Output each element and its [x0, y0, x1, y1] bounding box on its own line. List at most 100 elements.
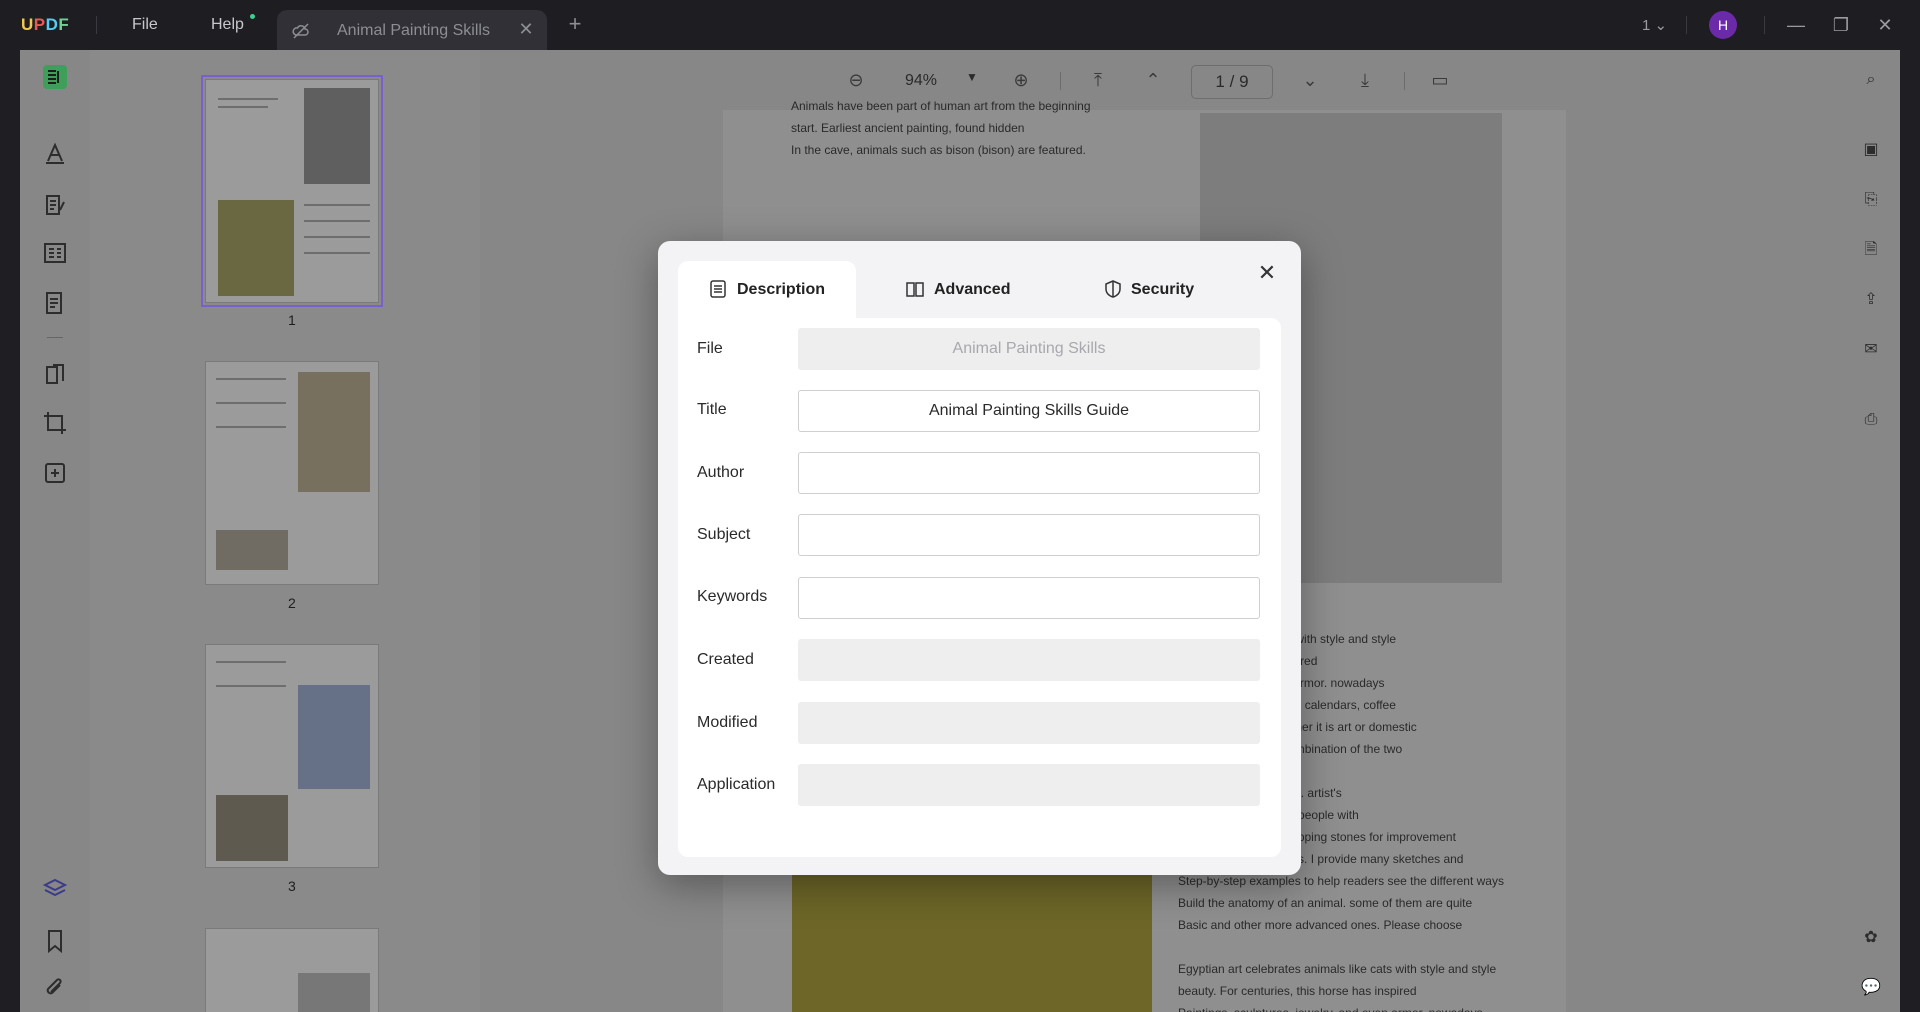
share-icon[interactable]: ⇪: [1859, 288, 1883, 312]
cloud-off-icon: [291, 21, 311, 41]
comment-tool-icon[interactable]: [42, 140, 68, 166]
reader-mode-icon[interactable]: [42, 64, 68, 90]
document-tab[interactable]: Animal Painting Skills ✕: [277, 10, 547, 50]
bookmark-icon[interactable]: [42, 928, 68, 954]
email-icon[interactable]: ✉: [1859, 338, 1883, 362]
next-page-icon[interactable]: ⌄: [1298, 68, 1322, 92]
search-icon[interactable]: ⌕: [1859, 68, 1883, 92]
page-thumbnail-4[interactable]: [205, 928, 379, 1012]
file-label: File: [697, 340, 723, 357]
ai-assistant-icon[interactable]: ✿: [1859, 926, 1883, 950]
minimize-icon[interactable]: —: [1784, 13, 1808, 37]
protect-document-icon[interactable]: 🗎: [1859, 238, 1883, 262]
page-thumbnail-1[interactable]: [201, 75, 383, 307]
rail-divider: [47, 337, 63, 338]
right-tool-rail: ⌕ ▣ ⎘ 🗎 ⇪ ✉ ⎙ ✿ 💬: [1840, 50, 1900, 1012]
title-label: Title: [697, 401, 727, 418]
file-field: [798, 328, 1260, 370]
toolbar-divider: [1404, 72, 1405, 90]
save-icon[interactable]: ⎙: [1859, 408, 1883, 432]
zoom-dropdown-icon[interactable]: ▼: [966, 70, 978, 84]
title-bar: UPDF File Help Animal Painting Skills ✕ …: [0, 0, 1920, 50]
first-page-icon[interactable]: ⤒: [1086, 68, 1110, 92]
menu-file[interactable]: File: [132, 16, 158, 34]
previous-page-icon[interactable]: ⌃: [1141, 68, 1165, 92]
page-layout-icon[interactable]: [42, 240, 68, 266]
subject-label: Subject: [697, 526, 751, 543]
tab-security[interactable]: Security: [1104, 261, 1244, 318]
protect-icon[interactable]: [42, 460, 68, 486]
tab-advanced-label: Advanced: [934, 281, 1011, 298]
zoom-out-icon[interactable]: ⊖: [844, 68, 868, 92]
subject-field[interactable]: [798, 514, 1260, 556]
page-thumbnail-3[interactable]: [205, 644, 379, 868]
doc-line: Paintings, sculptures, jewelry, and even…: [1178, 1002, 1504, 1012]
modified-field: [798, 702, 1260, 744]
title-field[interactable]: [798, 390, 1260, 432]
keywords-label: Keywords: [697, 588, 768, 605]
thumb-text-line: [304, 252, 370, 254]
edit-pdf-icon[interactable]: [42, 192, 68, 218]
menu-help[interactable]: Help: [211, 16, 244, 34]
doc-line: start. Earliest ancient painting, found …: [791, 121, 1025, 135]
thumbnail-panel: 1 2 3: [90, 50, 480, 1012]
tab-description[interactable]: Description: [678, 261, 856, 318]
total-pages: 9: [1239, 72, 1249, 91]
application-field: [798, 764, 1260, 806]
thumb-text-line: [218, 98, 278, 100]
title-divider: [1686, 16, 1687, 34]
attachment-icon[interactable]: [42, 976, 68, 1002]
shield-icon: [1104, 280, 1122, 298]
page-separator: /: [1229, 72, 1235, 91]
document-top-text: Animals have been part of human art from…: [791, 95, 1091, 161]
tab-advanced[interactable]: Advanced: [906, 261, 1046, 318]
modified-label: Modified: [697, 714, 758, 731]
keywords-field[interactable]: [798, 577, 1260, 619]
layers-icon[interactable]: [42, 876, 68, 902]
organize-pages-icon[interactable]: [42, 362, 68, 388]
tab-description-label: Description: [737, 281, 826, 298]
close-window-icon[interactable]: ✕: [1873, 13, 1897, 37]
thumb-image: [298, 973, 370, 1012]
created-field: [798, 639, 1260, 681]
thumb-image: [218, 200, 294, 296]
chevron-down-icon: ⌄: [1654, 17, 1668, 34]
page-number-input[interactable]: 1 / 9: [1191, 65, 1273, 99]
thumb-image: [298, 372, 370, 492]
doc-line: Egyptian art celebrates animals like cat…: [1178, 962, 1497, 976]
document-icon: [709, 280, 727, 298]
thumb-image: [216, 795, 288, 861]
comments-icon[interactable]: 💬: [1859, 976, 1883, 1000]
zoom-level[interactable]: 94%: [905, 72, 937, 90]
new-tab-icon[interactable]: +: [564, 13, 586, 35]
doc-line: Build the anatomy of an animal. some of …: [1178, 896, 1473, 910]
application-label: Application: [697, 776, 776, 793]
tab-close-icon[interactable]: ✕: [515, 18, 537, 40]
crop-icon[interactable]: [42, 410, 68, 436]
app-area: 1 2 3 ⊖ 94% ▼ ⊕ ⤒ ⌃ 1 / 9 ⌄ ⤓ ▭ Animals …: [20, 50, 1900, 1012]
convert-icon[interactable]: ⎘: [1859, 188, 1883, 212]
doc-line: Basic and other more advanced ones. Plea…: [1178, 918, 1463, 932]
presentation-icon[interactable]: ▭: [1428, 68, 1452, 92]
book-icon: [906, 280, 924, 298]
tab-title: Animal Painting Skills: [337, 22, 490, 39]
thumbnail-number: 1: [288, 312, 296, 328]
ocr-icon[interactable]: ▣: [1859, 138, 1883, 162]
window-selector[interactable]: 1 ⌄: [1642, 16, 1667, 34]
dialog-tabs: Description Advanced Security: [678, 261, 1278, 321]
restore-icon[interactable]: ❐: [1829, 13, 1853, 37]
zoom-in-icon[interactable]: ⊕: [1009, 68, 1033, 92]
thumbnail-number: 2: [288, 595, 296, 611]
thumb-text-line: [216, 378, 286, 380]
page-thumbnail-2[interactable]: [205, 361, 379, 585]
avatar[interactable]: H: [1709, 11, 1737, 39]
tab-security-label: Security: [1131, 281, 1195, 298]
updf-logo: UPDF: [21, 15, 70, 34]
author-field[interactable]: [798, 452, 1260, 494]
doc-line: In the cave, animals such as bison (biso…: [791, 143, 1086, 157]
thumb-text-line: [216, 685, 286, 687]
author-label: Author: [697, 464, 745, 481]
close-icon[interactable]: ✕: [1255, 261, 1279, 285]
last-page-icon[interactable]: ⤓: [1353, 68, 1377, 92]
form-tool-icon[interactable]: [42, 290, 68, 316]
